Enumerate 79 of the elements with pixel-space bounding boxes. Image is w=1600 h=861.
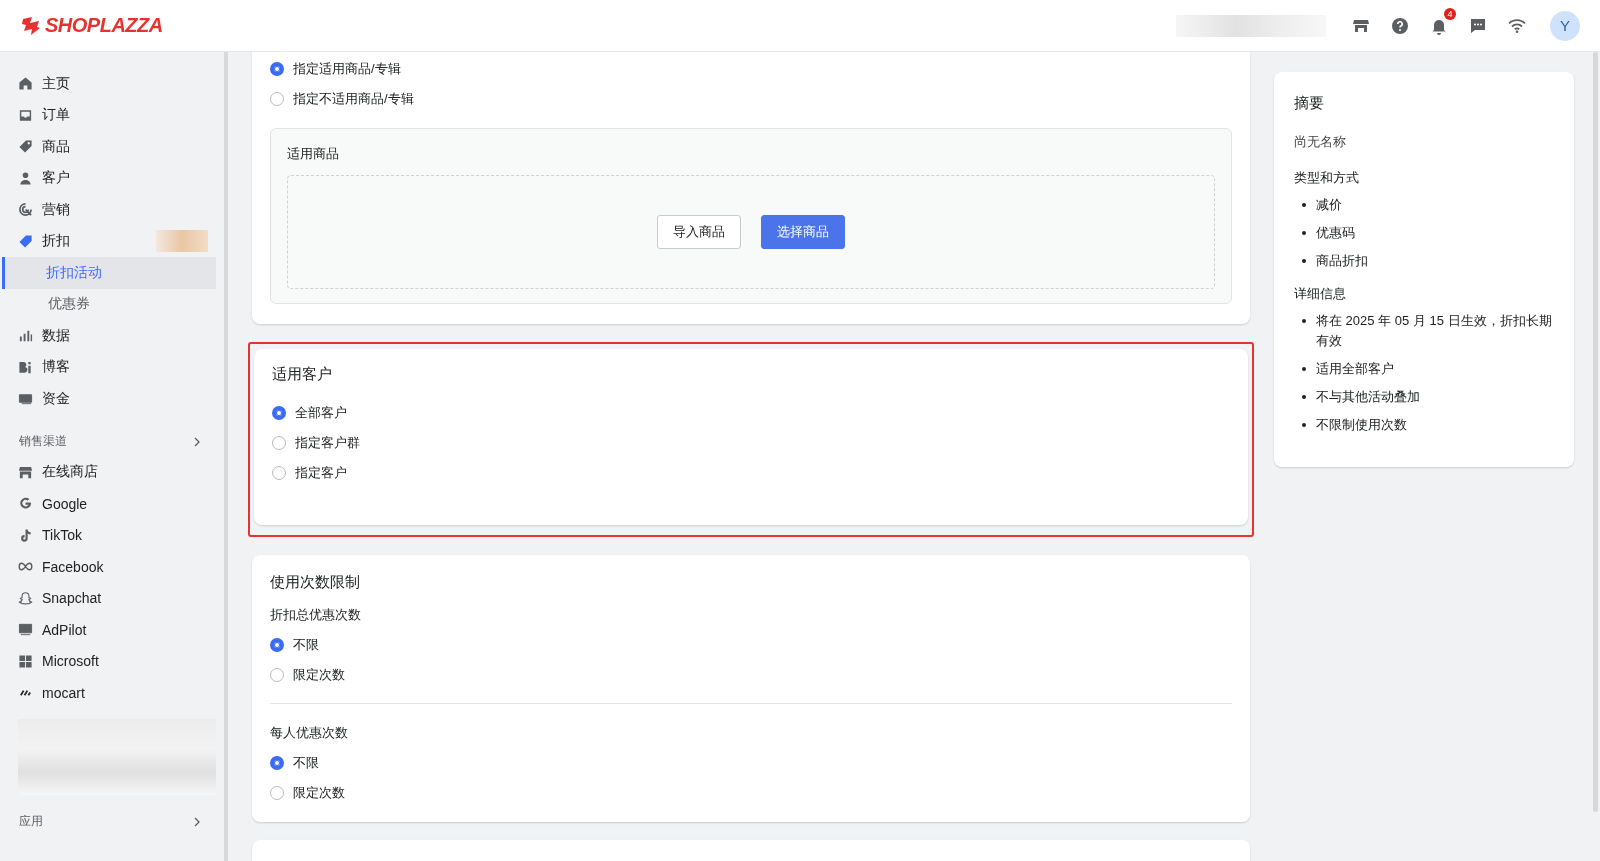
nav-item[interactable]: 博客	[0, 351, 216, 383]
summary-heading: 类型和方式	[1294, 169, 1360, 187]
nav-item[interactable]: Facebook	[0, 551, 216, 583]
person-icon	[18, 170, 33, 186]
summary-item: 不限制使用次数	[1316, 416, 1407, 434]
radio-label: 指定适用商品/专辑	[293, 60, 401, 78]
discount-icon	[18, 233, 33, 249]
tag-icon	[18, 139, 33, 155]
nav-section-header[interactable]: 销售渠道	[0, 426, 216, 457]
nav-item[interactable]: 折扣	[0, 225, 216, 257]
radio-label: 限定次数	[293, 666, 345, 684]
bullet-icon	[1302, 259, 1306, 263]
summary-item: 商品折扣	[1316, 252, 1368, 270]
radio-label: 指定客户群	[295, 434, 360, 452]
radio-label: 全部客户	[295, 404, 347, 422]
summary-item: 减价	[1316, 196, 1342, 214]
select-products-button[interactable]: 选择商品	[761, 215, 845, 249]
home-icon	[18, 76, 33, 92]
summary-title: 摘要	[1294, 94, 1325, 113]
grid-icon	[18, 653, 33, 669]
discount-name: 尚无名称	[1294, 133, 1347, 151]
store-icon	[18, 464, 33, 480]
nav-item[interactable]: mocart	[0, 677, 216, 709]
field-label: 折扣总优惠次数	[270, 606, 362, 624]
user-avatar[interactable]: Y	[1550, 10, 1580, 41]
bullet-icon	[1302, 423, 1306, 427]
radio-button[interactable]	[272, 406, 286, 420]
nav-item[interactable]: TikTok	[0, 519, 216, 551]
logo-icon	[20, 14, 42, 37]
radio-label: 指定不适用商品/专辑	[293, 90, 414, 108]
radio-button[interactable]	[270, 62, 284, 76]
nav-item[interactable]: 客户	[0, 162, 216, 194]
chevron-right-icon	[192, 816, 202, 827]
logo-text: SHOPLAZZA	[45, 14, 163, 37]
radio-label: 限定次数	[293, 784, 345, 802]
chevron-right-icon	[192, 436, 202, 447]
bullet-icon	[1302, 231, 1306, 235]
nav-subitem[interactable]: 优惠券	[2, 288, 216, 320]
nav-item[interactable]: AdPilot	[0, 614, 216, 646]
nav-item[interactable]: 数据	[0, 320, 216, 352]
nav-item[interactable]: Snapchat	[0, 582, 216, 614]
bars-icon	[18, 328, 33, 344]
panel-title: 适用商品	[287, 145, 340, 163]
summary-item: 将在 2025 年 05 月 15 日生效，折扣长期有效	[1316, 312, 1553, 350]
nav-subitem[interactable]: 折扣活动	[2, 257, 216, 289]
bullet-icon	[1302, 395, 1306, 399]
notification-badge: 4	[1444, 7, 1456, 20]
redacted-area	[156, 229, 208, 252]
ghost-icon	[18, 590, 33, 606]
summary-heading: 详细信息	[1294, 285, 1347, 303]
nav-item[interactable]: 商品	[0, 131, 216, 163]
radio-label: 不限	[293, 754, 319, 772]
section-title: 适用客户	[272, 365, 333, 384]
summary-item: 适用全部客户	[1316, 360, 1394, 378]
radio-button[interactable]	[270, 638, 284, 652]
nav-item[interactable]: Microsoft	[0, 645, 216, 677]
blog-icon	[18, 359, 33, 375]
nav-item[interactable]: 在线商店	[0, 456, 216, 488]
nav-item[interactable]: 主页	[0, 68, 216, 100]
note-icon	[18, 527, 33, 543]
bullet-icon	[1302, 367, 1306, 371]
inbox-icon	[18, 107, 33, 123]
g-icon	[18, 496, 33, 512]
field-label: 每人优惠次数	[270, 724, 349, 742]
bullet-icon	[1302, 319, 1306, 323]
nav-section-header[interactable]: 应用	[0, 806, 216, 837]
help-icon[interactable]	[1390, 15, 1410, 36]
bullet-icon	[1302, 203, 1306, 207]
radio-label: 不限	[293, 636, 319, 654]
summary-item: 优惠码	[1316, 224, 1355, 242]
section-title: 使用次数限制	[270, 573, 361, 592]
import-products-button[interactable]: 导入商品	[657, 215, 741, 249]
radio-label: 指定客户	[295, 464, 347, 482]
nav-item[interactable]: 订单	[0, 99, 216, 131]
nav-item[interactable]: 营销	[0, 194, 216, 226]
nav-item[interactable]: Google	[0, 488, 216, 520]
radio-button[interactable]	[270, 756, 284, 770]
summary-item: 不与其他活动叠加	[1316, 388, 1420, 406]
nav-item[interactable]: 资金	[0, 383, 216, 415]
